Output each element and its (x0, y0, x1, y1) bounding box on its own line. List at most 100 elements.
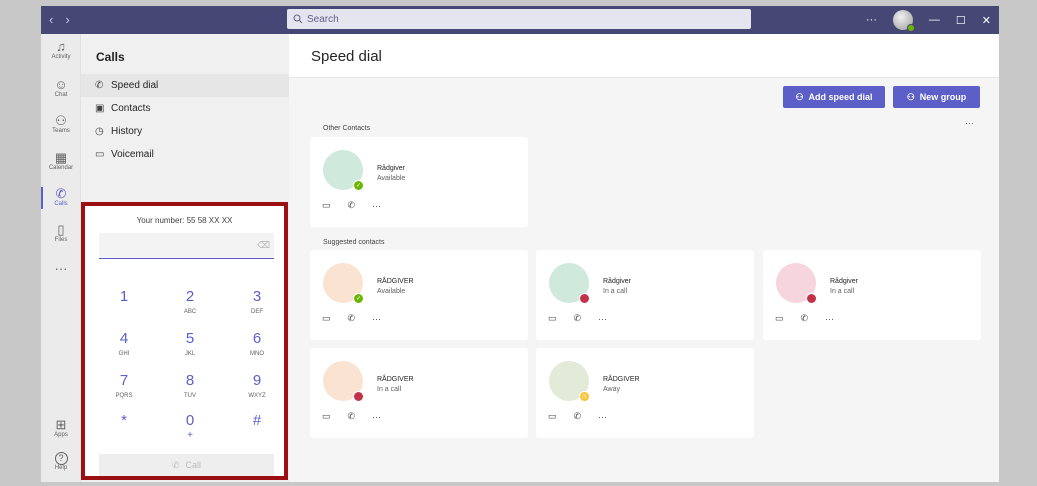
more-icon[interactable]: ··· (372, 201, 381, 211)
dialpad-letters: ABC (183, 309, 197, 315)
close-icon[interactable]: ✕ (982, 14, 991, 27)
video-call-icon[interactable]: ▭ (548, 411, 557, 422)
rail-item-apps[interactable]: ⊞ Apps (41, 418, 81, 439)
rail-item-activity[interactable]: ♫ Activity (41, 39, 81, 61)
more-icon[interactable]: ··· (372, 412, 381, 422)
dialpad-key-hash[interactable]: # (232, 412, 282, 433)
your-number: Your number: 55 58 XX XX (136, 216, 233, 225)
presence-busy-icon (806, 293, 817, 304)
rail-item-calendar[interactable]: ▦ Calendar (41, 150, 81, 172)
phone-icon[interactable]: ✆ (574, 313, 582, 324)
forward-arrow-icon[interactable]: › (65, 12, 69, 27)
add-speed-dial-button[interactable]: ⚇ Add speed dial (783, 86, 885, 108)
dialpad-letters: JKL (184, 351, 196, 357)
contact-status: Available (377, 288, 406, 295)
dialpad-key-7[interactable]: 7 PQRS (99, 372, 149, 399)
rail-item-more[interactable]: ··· (41, 262, 81, 276)
dialpad-key-1[interactable]: 1 (99, 288, 149, 309)
video-call-icon[interactable]: ▭ (322, 313, 331, 324)
contacts-icon: ▣ (95, 103, 105, 114)
calls-nav-speed-dial[interactable]: ✆ Speed dial (81, 74, 289, 97)
chat-icon: ☺ (54, 77, 68, 92)
contact-status: In a call (830, 288, 855, 295)
phone-icon: ✆ (55, 186, 67, 201)
more-icon[interactable]: ··· (598, 314, 607, 324)
calls-nav-contacts[interactable]: ▣ Contacts (81, 97, 289, 120)
rail-item-teams[interactable]: ⚇ Teams (41, 114, 81, 135)
contact-name: Rådgiver (603, 278, 632, 285)
dialpad-key-2[interactable]: 2 ABC (165, 288, 215, 315)
teams-window: ‹ › Search ··· — ☐ ✕ ♫ Activity ☺ Chat ⚇… (41, 6, 999, 482)
contact-card[interactable]: Rådgiver In a call ▭ ✆ ··· (763, 250, 981, 340)
presence-busy-icon (353, 391, 364, 402)
contact-card[interactable]: Rådgiver In a call ▭ ✆ ··· (536, 250, 754, 340)
contact-card[interactable]: ◷ RÅDGIVER Away ▭ ✆ ··· (536, 348, 754, 438)
presence-away-icon: ◷ (579, 391, 590, 402)
more-options-icon[interactable]: ··· (965, 118, 974, 128)
more-icon[interactable]: ··· (598, 412, 607, 422)
dialpad-key-4[interactable]: 4 GHI (99, 330, 149, 357)
suggested-contacts-label: Suggested contacts (323, 239, 385, 246)
contact-card[interactable]: RÅDGIVER In a call ▭ ✆ ··· (310, 348, 528, 438)
dialpad-key-3[interactable]: 3 DEF (232, 288, 282, 315)
search-input[interactable]: Search (287, 9, 751, 29)
new-group-button[interactable]: ⚇ New group (893, 86, 980, 108)
video-call-icon[interactable]: ▭ (548, 313, 557, 324)
back-arrow-icon[interactable]: ‹ (49, 12, 53, 27)
dialpad-digit: * (121, 412, 127, 429)
calls-nav-label: Speed dial (111, 80, 159, 91)
contact-actions: ▭ ✆ ··· (322, 411, 381, 422)
phone-icon[interactable]: ✆ (348, 411, 356, 422)
dialpad-key-0[interactable]: 0 + (165, 412, 215, 441)
backspace-icon[interactable]: ⌫ (257, 240, 270, 251)
call-button[interactable]: ✆ Call (99, 454, 274, 476)
call-button-label: Call (185, 460, 202, 470)
calls-nav-label: History (111, 126, 143, 137)
calls-nav-history[interactable]: ◷ History (81, 120, 289, 143)
video-call-icon[interactable]: ▭ (322, 200, 331, 211)
calls-panel-title: Calls (96, 50, 125, 64)
dialpad-digit: 9 (252, 372, 262, 389)
dialpad-key-9[interactable]: 9 WXYZ (232, 372, 282, 399)
phone-icon[interactable]: ✆ (801, 313, 809, 324)
contact-actions: ▭ ✆ ··· (322, 200, 381, 211)
minimize-icon[interactable]: — (929, 14, 940, 26)
contact-name: Rådgiver (830, 278, 859, 285)
calls-nav: ✆ Speed dial ▣ Contacts ◷ History ▭ Voic… (81, 74, 289, 166)
phone-icon[interactable]: ✆ (348, 200, 356, 211)
rail-item-help[interactable]: ? Help (41, 452, 81, 471)
contact-actions: ▭ ✆ ··· (775, 313, 834, 324)
rail-item-label: Teams (52, 128, 70, 134)
dialpad-digit: 7 (119, 372, 129, 389)
dialpad-letters: PQRS (115, 393, 133, 399)
profile-avatar[interactable] (892, 10, 915, 32)
phone-icon[interactable]: ✆ (574, 411, 582, 422)
contact-actions: ▭ ✆ ··· (548, 411, 607, 422)
video-call-icon[interactable]: ▭ (775, 313, 784, 324)
dialpad-digit: 2 (185, 288, 195, 305)
more-options-icon[interactable]: ··· (866, 14, 877, 26)
dialpad-key-star[interactable]: * (99, 412, 149, 433)
bell-icon: ♫ (56, 39, 66, 54)
more-icon[interactable]: ··· (372, 314, 381, 324)
dialpad-key-5[interactable]: 5 JKL (165, 330, 215, 357)
contact-name: RÅDGIVER (603, 376, 640, 383)
dialpad-digit: 8 (185, 372, 195, 389)
add-speed-dial-label: Add speed dial (808, 92, 873, 102)
dialpad-key-8[interactable]: 8 TUV (165, 372, 215, 399)
dialpad-key-6[interactable]: 6 MNO (232, 330, 282, 357)
calls-nav-voicemail[interactable]: ▭ Voicemail (81, 143, 289, 166)
maximize-icon[interactable]: ☐ (956, 14, 966, 27)
rail-item-calls[interactable]: ✆ Calls (41, 186, 81, 209)
phone-icon[interactable]: ✆ (348, 313, 356, 324)
contact-card[interactable]: ✓ RÅDGIVER Available ▭ ✆ ··· (310, 250, 528, 340)
contact-card[interactable]: ✓ Rådgiver Available ▭ ✆ ··· (310, 137, 528, 227)
help-icon: ? (54, 452, 68, 465)
rail-item-chat[interactable]: ☺ Chat (41, 77, 81, 99)
rail-item-files[interactable]: ▯ Files (41, 223, 81, 244)
video-call-icon[interactable]: ▭ (322, 411, 331, 422)
more-icon[interactable]: ··· (825, 314, 834, 324)
dial-number-input[interactable]: ⌫ (99, 233, 274, 259)
calendar-icon: ▦ (54, 150, 68, 165)
dialpad-letters: WXYZ (248, 393, 266, 399)
